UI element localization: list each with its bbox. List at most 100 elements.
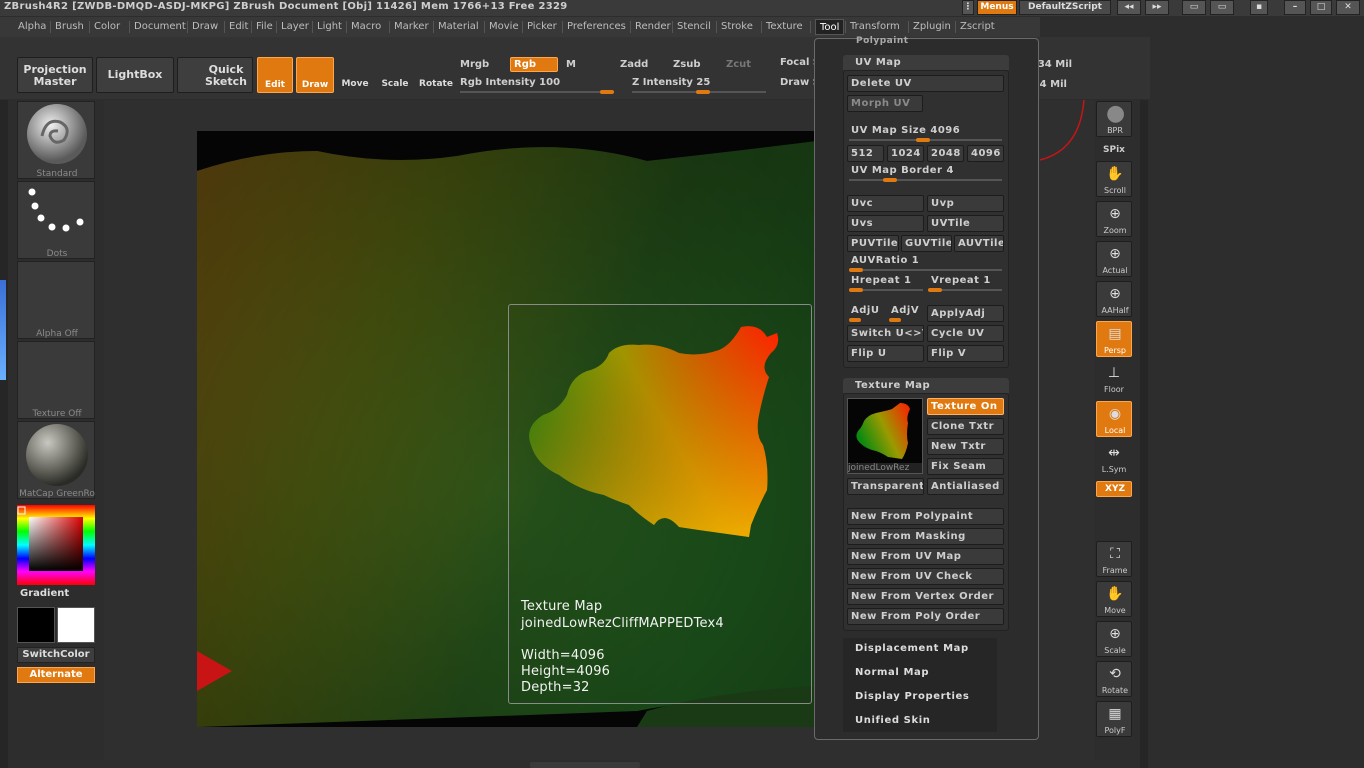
forward-icon[interactable]: ▸▸ (1145, 0, 1169, 15)
menu-zplugin[interactable]: Zplugin (913, 21, 951, 32)
adju-knob[interactable] (849, 318, 861, 322)
projection-master-button[interactable]: Projection Master (17, 57, 93, 93)
menu-zscript[interactable]: Zscript (960, 21, 995, 32)
uv-map-border-knob[interactable] (883, 178, 897, 182)
switch-uv-button[interactable]: Switch U<>V (847, 325, 924, 342)
minimize-icon[interactable]: – (1284, 0, 1306, 15)
uv-map-border-track[interactable] (849, 179, 1002, 181)
menu-file[interactable]: File (256, 21, 273, 32)
unified-skin-header[interactable]: Unified Skin (855, 715, 930, 726)
vrepeat-slider[interactable]: Vrepeat 1 (931, 275, 991, 286)
lightbox-button[interactable]: LightBox (96, 57, 174, 93)
gradient-toggle[interactable]: Gradient (20, 588, 69, 599)
delete-uv-button[interactable]: Delete UV (847, 75, 1004, 92)
rgb-intensity-slider[interactable]: Rgb Intensity 100 (460, 77, 560, 88)
menu-material[interactable]: Material (438, 21, 479, 32)
maximize-icon[interactable]: □ (1310, 0, 1332, 15)
close-icon[interactable]: ✕ (1336, 0, 1360, 15)
menu-transform[interactable]: Transform (850, 21, 900, 32)
polyf-button[interactable]: ▦ PolyF (1096, 701, 1132, 737)
fix-seam-button[interactable]: Fix Seam (927, 458, 1004, 475)
menus-button[interactable]: Menus (977, 0, 1017, 15)
uvc-button[interactable]: Uvc (847, 195, 924, 212)
menu-preferences[interactable]: Preferences (567, 21, 626, 32)
polypaint-header[interactable]: Polypaint (856, 36, 909, 46)
local-button[interactable]: ◉ Local (1096, 401, 1132, 437)
rgb-intensity-knob[interactable] (600, 90, 614, 94)
draw-mode-button[interactable]: Draw (296, 57, 334, 93)
color-picker[interactable] (17, 505, 95, 585)
auvratio-track[interactable] (849, 269, 1002, 271)
lsym-button[interactable]: ⇹ L.Sym (1096, 441, 1132, 475)
scale-button[interactable]: ⊕ Scale (1096, 621, 1132, 657)
stroke-picker[interactable]: Dots (17, 181, 95, 259)
antialiased-button[interactable]: Antialiased (927, 478, 1004, 495)
menu-marker[interactable]: Marker (394, 21, 429, 32)
move-mode-button[interactable]: Move (338, 57, 372, 93)
move-button[interactable]: ✋ Move (1096, 581, 1132, 617)
menu-document[interactable]: Document (134, 21, 186, 32)
rotate-button[interactable]: ⟲ Rotate (1096, 661, 1132, 697)
z-intensity-knob[interactable] (695, 90, 710, 94)
edit-mode-button[interactable]: Edit (257, 57, 293, 93)
material-picker[interactable]: MatCap GreenRo (17, 421, 95, 499)
auvtiles-button[interactable]: AUVTiles (954, 235, 1004, 252)
new-from-uv-check-button[interactable]: New From UV Check (847, 568, 1004, 585)
menu-picker[interactable]: Picker (527, 21, 557, 32)
cycle-uv-button[interactable]: Cycle UV (927, 325, 1004, 342)
primary-color-swatch[interactable] (17, 607, 55, 643)
menu-light[interactable]: Light (317, 21, 342, 32)
floor-button[interactable]: ⊥ Floor (1096, 361, 1132, 395)
uv-map-size-knob[interactable] (916, 138, 930, 142)
auvratio-knob[interactable] (849, 268, 863, 272)
flip-u-button[interactable]: Flip U (847, 345, 924, 362)
persp-button[interactable]: ▤ Persp (1096, 321, 1132, 357)
vrepeat-knob[interactable] (928, 288, 942, 292)
hrepeat-slider[interactable]: Hrepeat 1 (851, 275, 912, 286)
menu-alpha[interactable]: Alpha (18, 21, 46, 32)
brush-picker[interactable]: Standard (17, 101, 95, 179)
uv-size-4096-button[interactable]: 4096 (967, 145, 1004, 162)
uv-map-header[interactable]: UV Map (843, 55, 1009, 70)
uvs-button[interactable]: Uvs (847, 215, 924, 232)
menu-brush[interactable]: Brush (55, 21, 84, 32)
uv-map-size-slider[interactable]: UV Map Size 4096 (851, 125, 960, 136)
uvtile-button[interactable]: UVTile (927, 215, 1004, 232)
new-from-poly-order-button[interactable]: New From Poly Order (847, 608, 1004, 625)
menu-stencil[interactable]: Stencil (677, 21, 711, 32)
menu-tool[interactable]: Tool (815, 19, 845, 35)
new-from-polypaint-button[interactable]: New From Polypaint (847, 508, 1004, 525)
flip-v-button[interactable]: Flip V (927, 345, 1004, 362)
rgb-toggle[interactable]: Rgb (510, 57, 558, 72)
z-intensity-slider[interactable]: Z Intensity 25 (632, 77, 710, 88)
scroll-button[interactable]: ✋ Scroll (1096, 161, 1132, 197)
alternate-button[interactable]: Alternate (17, 667, 95, 683)
menu-color[interactable]: Color (94, 21, 120, 32)
new-txtr-button[interactable]: New Txtr (927, 438, 1004, 455)
new-from-vertex-order-button[interactable]: New From Vertex Order (847, 588, 1004, 605)
menu-edit[interactable]: Edit (229, 21, 248, 32)
frame-button[interactable]: ⛶ Frame (1096, 541, 1132, 577)
alpha-picker[interactable]: Alpha Off (17, 261, 95, 339)
zoom-button[interactable]: ⊕ Zoom (1096, 201, 1132, 237)
menu-texture[interactable]: Texture (766, 21, 803, 32)
zadd-toggle[interactable]: Zadd (620, 59, 648, 70)
applyadj-button[interactable]: ApplyAdj (927, 305, 1004, 322)
uv-size-1024-button[interactable]: 1024 (887, 145, 924, 162)
switch-color-button[interactable]: SwitchColor (17, 647, 95, 663)
xyz-button[interactable]: XYZ (1096, 481, 1132, 497)
uv-map-border-slider[interactable]: UV Map Border 4 (851, 165, 954, 176)
guvtiles-button[interactable]: GUVTiles (901, 235, 952, 252)
quick-sketch-button[interactable]: Quick Sketch (177, 57, 253, 93)
displacement-map-header[interactable]: Displacement Map (855, 643, 969, 654)
left-tray-rail[interactable] (0, 100, 8, 768)
default-zscript-button[interactable]: DefaultZScript (1019, 0, 1111, 15)
uv-size-512-button[interactable]: 512 (847, 145, 884, 162)
adjv-slider[interactable]: AdjV (891, 305, 919, 316)
clone-txtr-button[interactable]: Clone Txtr (927, 418, 1004, 435)
adju-slider[interactable]: AdjU (851, 305, 879, 316)
rotate-mode-button[interactable]: Rotate (418, 57, 454, 93)
menu-movie[interactable]: Movie (489, 21, 519, 32)
menu-layer[interactable]: Layer (281, 21, 309, 32)
secondary-color-swatch[interactable] (57, 607, 95, 643)
